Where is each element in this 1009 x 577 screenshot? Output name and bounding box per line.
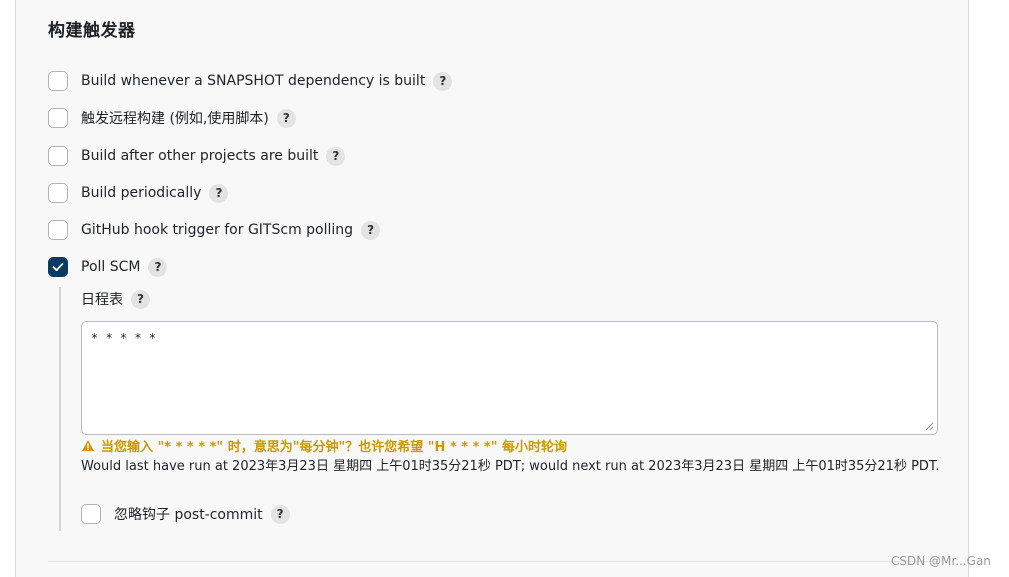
- ignore-post-commit-hooks[interactable]: 忽略钩子 post-commit ?: [81, 503, 290, 525]
- help-icon[interactable]: ?: [433, 71, 453, 91]
- trigger-github-hook[interactable]: GitHub hook trigger for GITScm polling ?: [48, 219, 381, 241]
- resize-grip-icon[interactable]: [925, 422, 934, 431]
- trigger-build-periodically[interactable]: Build periodically ?: [48, 182, 229, 204]
- after-other-projects-label: Build after other projects are built: [81, 148, 319, 164]
- help-icon[interactable]: ?: [326, 146, 346, 166]
- trigger-remote-build[interactable]: 触发远程构建 (例如,使用脚本) ?: [48, 107, 296, 129]
- build-periodically-label: Build periodically: [81, 185, 202, 201]
- poll-scm-checkbox[interactable]: [48, 257, 68, 277]
- trigger-poll-scm[interactable]: Poll SCM ?: [48, 256, 168, 278]
- help-icon[interactable]: ?: [276, 108, 296, 128]
- schedule-label: 日程表: [81, 292, 123, 308]
- poll-scm-label: Poll SCM: [81, 259, 141, 275]
- remote-build-label: 触发远程构建 (例如,使用脚本): [81, 111, 269, 127]
- schedule-field-label: 日程表 ?: [81, 288, 150, 310]
- nested-section-bar: [59, 287, 61, 531]
- trigger-after-other-projects[interactable]: Build after other projects are built ?: [48, 145, 346, 167]
- help-icon[interactable]: ?: [270, 504, 290, 524]
- after-other-projects-checkbox[interactable]: [48, 146, 68, 166]
- section-title: 构建触发器: [48, 21, 136, 41]
- snapshot-dependency-checkbox[interactable]: [48, 71, 68, 91]
- warning-triangle-icon: [81, 439, 95, 452]
- remote-build-checkbox[interactable]: [48, 108, 68, 128]
- check-icon: [52, 262, 64, 272]
- help-icon[interactable]: ?: [361, 220, 381, 240]
- build-periodically-checkbox[interactable]: [48, 183, 68, 203]
- schedule-textarea[interactable]: * * * * *: [81, 321, 938, 435]
- help-icon[interactable]: ?: [209, 183, 229, 203]
- watermark: CSDN @Mr...Gan: [891, 554, 991, 568]
- section-divider: [48, 561, 938, 562]
- build-triggers-panel: 构建触发器 Build whenever a SNAPSHOT dependen…: [15, 0, 969, 577]
- github-hook-label: GitHub hook trigger for GITScm polling: [81, 222, 354, 238]
- help-icon[interactable]: ?: [148, 257, 168, 277]
- ignore-post-commit-label: 忽略钩子 post-commit: [114, 507, 263, 523]
- run-info-text: Would last have run at 2023年3月23日 星期四 上午…: [81, 459, 940, 474]
- schedule-warning: 当您输入 "* * * * *" 时，意思为"每分钟"？也许您希望 "H * *…: [81, 436, 568, 455]
- schedule-value: * * * * *: [91, 331, 157, 345]
- trigger-snapshot-dependency[interactable]: Build whenever a SNAPSHOT dependency is …: [48, 70, 453, 92]
- snapshot-dependency-label: Build whenever a SNAPSHOT dependency is …: [81, 73, 426, 89]
- github-hook-checkbox[interactable]: [48, 220, 68, 240]
- help-icon[interactable]: ?: [131, 289, 150, 309]
- ignore-post-commit-checkbox[interactable]: [81, 504, 101, 524]
- warning-text: 当您输入 "* * * * *" 时，意思为"每分钟"？也许您希望 "H * *…: [101, 439, 568, 455]
